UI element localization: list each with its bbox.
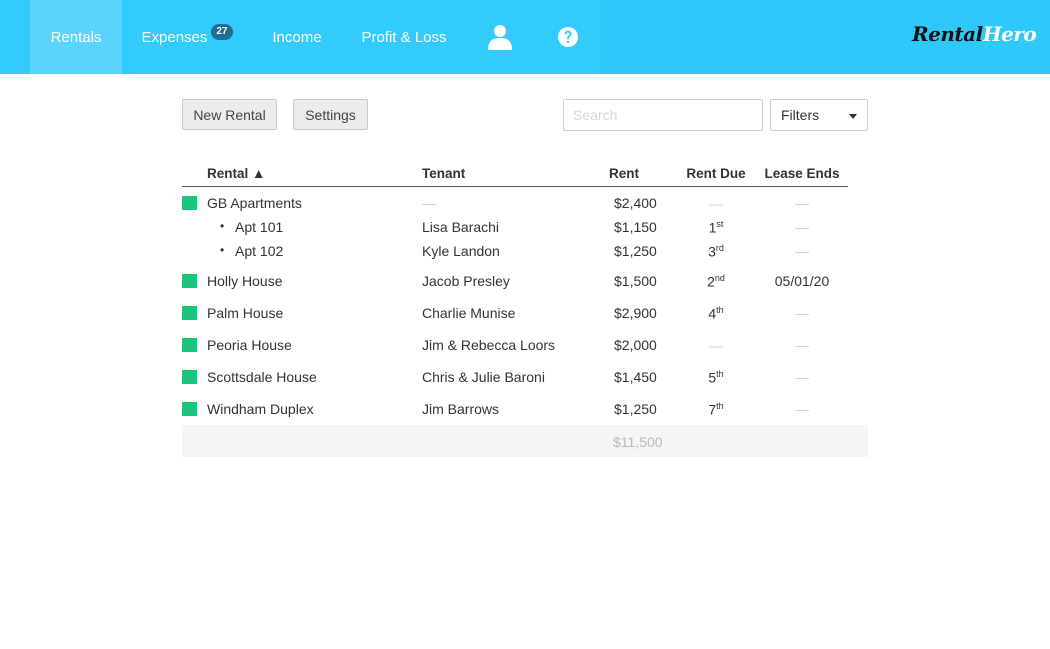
rent-due-day: 1st (708, 219, 724, 236)
tenant-name: — (422, 195, 436, 211)
table-row[interactable]: Windham Duplex Jim Barrows $1,250 7th — (182, 398, 868, 422)
table-row[interactable]: GB Apartments — $2,400 — — (182, 192, 868, 216)
nav-tab-rentals[interactable]: Rentals (30, 0, 122, 74)
rental-unit-name[interactable]: Apt 102 (235, 243, 283, 259)
column-header-rental[interactable]: Rental ▲ (207, 166, 265, 181)
rental-unit-name[interactable]: Apt 101 (235, 219, 283, 235)
rent-amount: $1,250 (614, 401, 657, 417)
rental-color-swatch (182, 338, 197, 352)
filters-dropdown[interactable]: Filters (770, 99, 868, 131)
lease-end-date: — (795, 243, 809, 259)
rentalhero-logo[interactable]: RentalHero (912, 22, 1037, 46)
rentals-table-header: Rental ▲ Tenant Rent Rent Due Lease Ends (182, 160, 848, 187)
lease-end-date: 05/01/20 (774, 273, 830, 289)
settings-button[interactable]: Settings (293, 99, 368, 130)
lease-end-date: — (795, 337, 809, 353)
column-header-rent-due[interactable]: Rent Due (682, 166, 750, 181)
nav-tab-expenses[interactable]: Expenses 27 (122, 0, 252, 74)
column-header-tenant[interactable]: Tenant (422, 166, 465, 181)
user-icon-graphic (488, 25, 512, 50)
tenant-name[interactable]: Kyle Landon (422, 243, 500, 259)
table-row[interactable]: Peoria House Jim & Rebecca Loors $2,000 … (182, 334, 868, 358)
nav-tab-income-label: Income (272, 28, 322, 46)
table-row[interactable]: • Apt 101 Lisa Barachi $1,150 1st — (182, 216, 868, 240)
logo-text-rental: Rental (912, 22, 983, 46)
rental-color-swatch (182, 370, 197, 384)
rental-name[interactable]: Windham Duplex (207, 401, 314, 417)
rental-name[interactable]: Peoria House (207, 337, 292, 353)
tenant-name[interactable]: Jim & Rebecca Loors (422, 337, 555, 353)
total-rent: $11,500 (613, 434, 663, 450)
caret-down-icon (849, 114, 857, 119)
table-row[interactable]: Holly House Jacob Presley $1,500 2nd 05/… (182, 270, 868, 294)
rent-amount: $1,500 (614, 273, 657, 289)
lease-end-date: — (795, 305, 809, 321)
lease-end-date: — (795, 369, 809, 385)
column-header-lease-ends[interactable]: Lease Ends (762, 166, 842, 181)
lease-end-date: — (795, 195, 809, 211)
table-total-row: $11,500 (182, 425, 868, 457)
rental-color-swatch (182, 196, 197, 210)
column-header-rent[interactable]: Rent (594, 166, 654, 181)
rent-due-day: — (709, 337, 723, 354)
tenant-name[interactable]: Charlie Munise (422, 305, 515, 321)
lease-end-date: — (795, 219, 809, 235)
filters-label: Filters (781, 107, 820, 123)
rent-amount: $2,900 (614, 305, 657, 321)
tenant-name[interactable]: Lisa Barachi (422, 219, 499, 235)
rent-due-day: 3rd (708, 243, 724, 260)
rent-amount: $1,450 (614, 369, 657, 385)
logo-text-hero: Hero (982, 22, 1037, 46)
rental-name[interactable]: GB Apartments (207, 195, 302, 211)
rent-due-day: 2nd (707, 273, 725, 290)
nav-menu: Rentals Expenses 27 Income Profit & Loss (0, 0, 600, 74)
rent-amount: $2,400 (614, 195, 657, 211)
rental-name[interactable]: Palm House (207, 305, 283, 321)
rental-color-swatch (182, 306, 197, 320)
bullet-icon: • (220, 219, 225, 233)
search-input[interactable] (563, 99, 763, 131)
table-row[interactable]: Palm House Charlie Munise $2,900 4th — (182, 302, 868, 326)
rent-amount: $2,000 (614, 337, 657, 353)
bullet-icon: • (220, 243, 225, 257)
tenant-name[interactable]: Jacob Presley (422, 273, 510, 289)
help-icon-graphic (558, 27, 578, 47)
table-row[interactable]: Scottsdale House Chris & Julie Baroni $1… (182, 366, 868, 390)
rent-due-day: — (709, 195, 723, 212)
nav-tab-income[interactable]: Income (252, 0, 342, 74)
rent-amount: $1,150 (614, 219, 657, 235)
rent-due-day: 4th (708, 305, 724, 322)
nav-tab-profit-loss-label: Profit & Loss (361, 28, 447, 46)
tenant-name[interactable]: Jim Barrows (422, 401, 499, 417)
tenant-name[interactable]: Chris & Julie Baroni (422, 369, 545, 385)
rent-amount: $1,250 (614, 243, 657, 259)
rental-color-swatch (182, 402, 197, 416)
expenses-count-badge: 27 (211, 24, 233, 40)
rental-name[interactable]: Scottsdale House (207, 369, 317, 385)
rental-name[interactable]: Holly House (207, 273, 282, 289)
new-rental-button[interactable]: New Rental (182, 99, 277, 130)
nav-tab-rentals-label: Rentals (50, 28, 102, 46)
top-navbar: Rentals Expenses 27 Income Profit & Loss (0, 0, 1050, 74)
table-row[interactable]: • Apt 102 Kyle Landon $1,250 3rd — (182, 240, 868, 264)
nav-tab-expenses-label: Expenses (141, 28, 208, 46)
nav-tab-profit-loss[interactable]: Profit & Loss (342, 0, 466, 74)
rent-due-day: 7th (708, 401, 724, 418)
help-icon[interactable] (546, 0, 590, 74)
rent-due-day: 5th (708, 369, 724, 386)
user-icon[interactable] (478, 0, 522, 74)
rental-color-swatch (182, 274, 197, 288)
lease-end-date: — (795, 401, 809, 417)
